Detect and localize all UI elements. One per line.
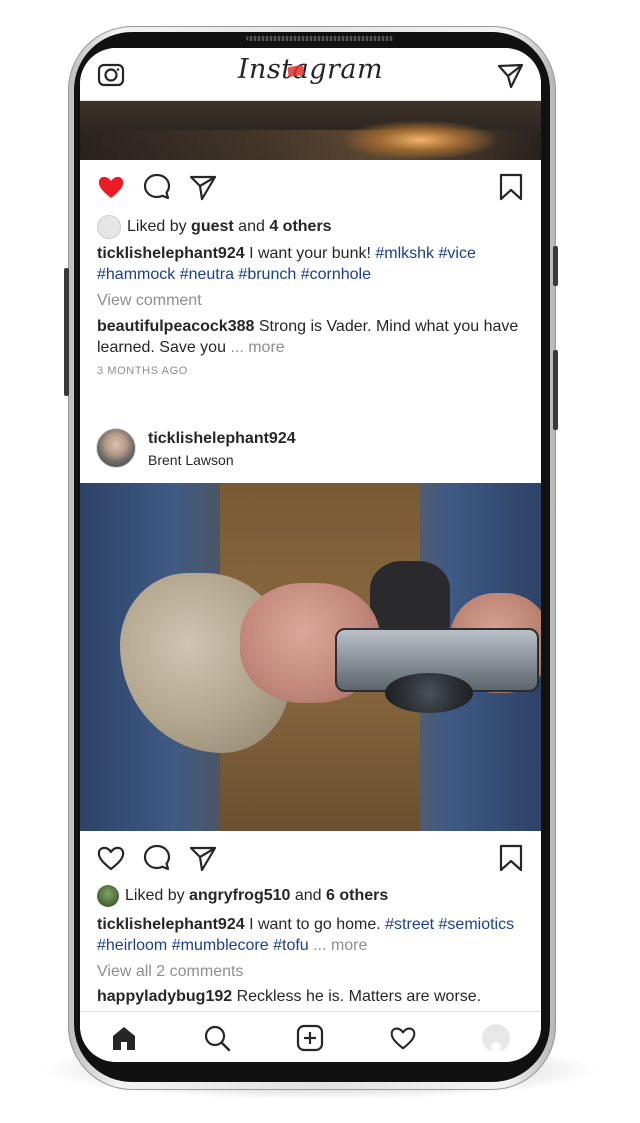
post2-caption: ticklishelephant924 I want to go home. #… bbox=[97, 914, 522, 956]
hashtag-link[interactable]: #heirloom bbox=[97, 937, 167, 954]
caption-username[interactable]: ticklishelephant924 bbox=[97, 245, 245, 262]
hashtag-link[interactable]: #semiotics bbox=[439, 916, 515, 933]
profile-avatar[interactable] bbox=[482, 1024, 510, 1052]
side-button-top bbox=[553, 246, 558, 286]
speaker-grille bbox=[246, 36, 394, 41]
comment-icon[interactable] bbox=[142, 843, 172, 873]
hashtag-link[interactable]: #tofu bbox=[273, 937, 309, 954]
comment-username[interactable]: beautifulpeacock388 bbox=[97, 318, 254, 335]
add-post-icon[interactable] bbox=[296, 1024, 324, 1052]
post1-likes: Liked by guest and 4 others bbox=[97, 215, 332, 239]
post1-action-bar bbox=[80, 166, 541, 210]
caption-text: I want to go home. bbox=[244, 916, 386, 933]
post-location[interactable]: Brent Lawson bbox=[148, 452, 234, 468]
photo-camera-hood bbox=[370, 561, 450, 631]
likes-others-count[interactable]: 4 others bbox=[269, 218, 331, 236]
profile-placeholder-icon bbox=[491, 1042, 501, 1052]
app-logo: Instagram bbox=[237, 54, 384, 85]
hashtag-link[interactable]: #neutra bbox=[180, 266, 234, 283]
view-comments-link[interactable]: View comment bbox=[97, 290, 522, 311]
photo-light bbox=[340, 120, 500, 160]
likes-prefix: Liked by bbox=[125, 887, 185, 904]
bookmark-icon[interactable] bbox=[496, 843, 526, 873]
view-comments-link[interactable]: View all 2 comments bbox=[97, 961, 522, 982]
post-username[interactable]: ticklishelephant924 bbox=[148, 430, 296, 448]
comment-username[interactable]: happyladybug192 bbox=[97, 988, 232, 1005]
bottom-nav bbox=[80, 1011, 541, 1062]
home-icon[interactable] bbox=[110, 1024, 138, 1052]
more-link[interactable]: ... more bbox=[313, 937, 367, 954]
liker-avatar bbox=[97, 885, 119, 907]
post2-comment: happyladybug192 Reckless he is. Matters … bbox=[97, 986, 522, 1007]
paper-plane-icon[interactable] bbox=[495, 60, 525, 90]
liker-username[interactable]: guest bbox=[191, 218, 234, 236]
post2-action-bar bbox=[80, 837, 541, 881]
likes-others-count[interactable]: 6 others bbox=[326, 887, 388, 905]
heart-icon[interactable] bbox=[389, 1024, 417, 1052]
heart-icon[interactable] bbox=[96, 843, 126, 873]
power-button bbox=[553, 350, 558, 430]
comment-text: Reckless he is. Matters are worse. bbox=[232, 988, 482, 1005]
likes-and: and bbox=[294, 887, 322, 904]
likes-and: and bbox=[238, 218, 265, 235]
heart-icon[interactable] bbox=[96, 172, 126, 202]
paper-plane-icon[interactable] bbox=[188, 843, 218, 873]
caption-username[interactable]: ticklishelephant924 bbox=[97, 916, 245, 933]
top-bar: Instagram bbox=[80, 48, 541, 101]
comment-icon[interactable] bbox=[142, 172, 172, 202]
hashtag-link[interactable]: #cornhole bbox=[301, 266, 371, 283]
liker-avatar bbox=[97, 215, 121, 239]
hashtag-link[interactable]: #mumblecore bbox=[172, 937, 269, 954]
post-photo-street[interactable] bbox=[80, 100, 541, 160]
post2-likes: Liked by angryfrog510 and 6 others bbox=[97, 885, 388, 907]
hashtag-link[interactable]: #vice bbox=[439, 245, 476, 262]
post1-comment: beautifulpeacock388 Strong is Vader. Min… bbox=[97, 316, 522, 358]
caption-text: I want your bunk! bbox=[244, 245, 376, 262]
hashtag-link[interactable]: #mlkshk bbox=[375, 245, 434, 262]
photo-camera-lens bbox=[385, 673, 473, 713]
avatar[interactable] bbox=[96, 428, 136, 468]
likes-prefix: Liked by bbox=[127, 218, 187, 235]
bookmark-icon[interactable] bbox=[496, 172, 526, 202]
more-link[interactable]: ... more bbox=[230, 339, 284, 356]
post1-timestamp: 3 MONTHS AGO bbox=[97, 365, 188, 377]
search-icon[interactable] bbox=[203, 1024, 231, 1052]
hashtag-link[interactable]: #hammock bbox=[97, 266, 175, 283]
hashtag-link[interactable]: #street bbox=[385, 916, 434, 933]
post-photo-camera[interactable] bbox=[80, 483, 541, 831]
paper-plane-icon[interactable] bbox=[188, 172, 218, 202]
post2-header: ticklishelephant924 Brent Lawson bbox=[80, 416, 541, 476]
liker-username[interactable]: angryfrog510 bbox=[189, 887, 290, 905]
volume-button bbox=[64, 268, 69, 396]
app-screen: Instagram Liked by guest and 4 others ti… bbox=[80, 48, 541, 1062]
post1-caption: ticklishelephant924 I want your bunk! #m… bbox=[97, 243, 522, 285]
hashtag-link[interactable]: #brunch bbox=[238, 266, 296, 283]
